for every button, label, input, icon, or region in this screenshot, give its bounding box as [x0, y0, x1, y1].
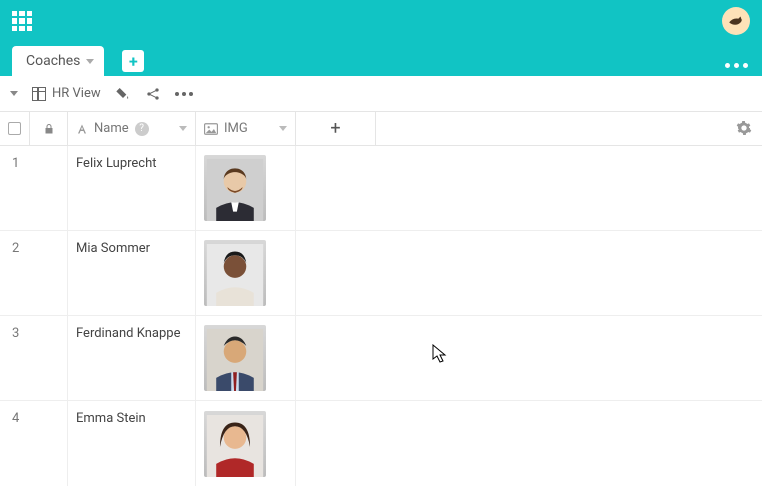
column-header-row: Name ? IMG +: [0, 112, 762, 146]
chevron-down-icon[interactable]: [279, 126, 287, 131]
paint-bucket-icon: [115, 86, 131, 102]
toolbar-overflow-menu[interactable]: [175, 92, 193, 96]
portrait-thumbnail[interactable]: [204, 240, 266, 306]
view-toolbar: HR View: [0, 76, 762, 112]
tab-overflow-menu[interactable]: [725, 63, 748, 68]
portrait-thumbnail[interactable]: [204, 325, 266, 391]
table-row[interactable]: 2 Mia Sommer: [0, 231, 762, 316]
name-cell[interactable]: Emma Stein: [68, 401, 196, 486]
add-column-button[interactable]: +: [296, 112, 376, 145]
img-cell[interactable]: [196, 316, 296, 400]
name-cell[interactable]: Mia Sommer: [68, 231, 196, 315]
name-cell[interactable]: Felix Luprecht: [68, 146, 196, 230]
img-cell[interactable]: [196, 146, 296, 230]
lock-column-header[interactable]: [30, 112, 68, 145]
add-tab-button[interactable]: +: [122, 50, 144, 72]
portrait-thumbnail[interactable]: [204, 155, 266, 221]
grid-icon: [32, 87, 46, 101]
lock-icon: [43, 123, 55, 135]
help-icon[interactable]: ?: [135, 122, 149, 136]
bird-icon: [727, 12, 745, 30]
column-label: Name: [94, 121, 129, 136]
img-cell[interactable]: [196, 231, 296, 315]
row-index: 1: [0, 146, 68, 230]
name-cell[interactable]: Ferdinand Knappe: [68, 316, 196, 400]
image-icon: [204, 123, 218, 135]
avatar[interactable]: [722, 7, 750, 35]
checkbox-icon[interactable]: [8, 122, 21, 135]
top-bar: [0, 0, 762, 42]
share-icon: [145, 86, 161, 102]
table-settings-button[interactable]: [736, 120, 752, 140]
portrait-thumbnail[interactable]: [204, 411, 266, 477]
table-row[interactable]: 1 Felix Luprecht: [0, 146, 762, 231]
apps-icon[interactable]: [12, 11, 32, 31]
gear-icon: [736, 120, 752, 136]
chevron-down-icon[interactable]: [86, 59, 94, 64]
view-selector[interactable]: HR View: [32, 86, 101, 101]
text-icon: [76, 123, 88, 135]
paint-bucket-button[interactable]: [115, 86, 131, 102]
column-label: IMG: [224, 121, 248, 136]
chevron-down-icon[interactable]: [179, 126, 187, 131]
table-row[interactable]: 4 Emma Stein: [0, 401, 762, 486]
tab-label: Coaches: [26, 53, 80, 69]
row-index: 4: [0, 401, 68, 486]
img-cell[interactable]: [196, 401, 296, 486]
view-label: HR View: [52, 86, 101, 101]
tab-coaches[interactable]: Coaches: [12, 46, 104, 76]
tab-strip: Coaches +: [0, 42, 762, 76]
mouse-cursor-icon: [432, 344, 448, 364]
row-index: 3: [0, 316, 68, 400]
table-body: 1 Felix Luprecht 2 Mia Sommer 3 Ferdinan…: [0, 146, 762, 486]
table-row[interactable]: 3 Ferdinand Knappe: [0, 316, 762, 401]
row-index: 2: [0, 231, 68, 315]
name-column-header[interactable]: Name ?: [68, 112, 196, 145]
chevron-down-icon[interactable]: [10, 91, 18, 96]
share-button[interactable]: [145, 86, 161, 102]
select-all-cell[interactable]: [0, 112, 30, 145]
img-column-header[interactable]: IMG: [196, 112, 296, 145]
